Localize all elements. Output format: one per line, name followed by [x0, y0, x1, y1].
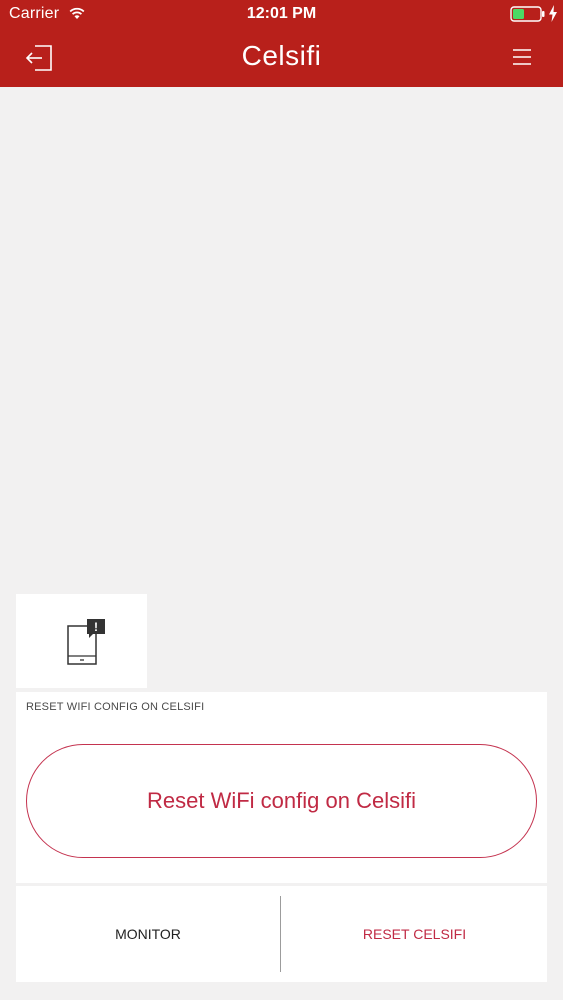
hamburger-menu-icon[interactable]	[512, 48, 532, 66]
tab-divider	[280, 896, 281, 972]
nav-bar: Celsifi	[0, 30, 563, 87]
device-widget-tile[interactable]: !	[16, 594, 147, 688]
bottom-tab-bar: MONITOR RESET CELSIFI	[16, 886, 547, 982]
app-header: Carrier 12:01 PM Celsifi	[0, 0, 563, 87]
reset-wifi-button[interactable]: Reset WiFi config on Celsifi	[26, 744, 537, 858]
reset-wifi-card: RESET WIFI CONFIG ON CELSIFI Reset WiFi …	[16, 692, 547, 883]
tab-monitor[interactable]: MONITOR	[16, 886, 280, 982]
tab-reset-celsifi[interactable]: RESET CELSIFI	[282, 886, 547, 982]
page-title: Celsifi	[241, 40, 322, 71]
battery-icon	[510, 6, 545, 22]
device-alert-icon: !	[67, 619, 105, 665]
status-time: 12:01 PM	[246, 5, 317, 22]
card-label: RESET WIFI CONFIG ON CELSIFI	[26, 701, 205, 713]
charging-bolt-icon	[549, 5, 557, 22]
status-bar: Carrier 12:01 PM	[0, 0, 563, 30]
alert-badge: !	[94, 620, 98, 634]
